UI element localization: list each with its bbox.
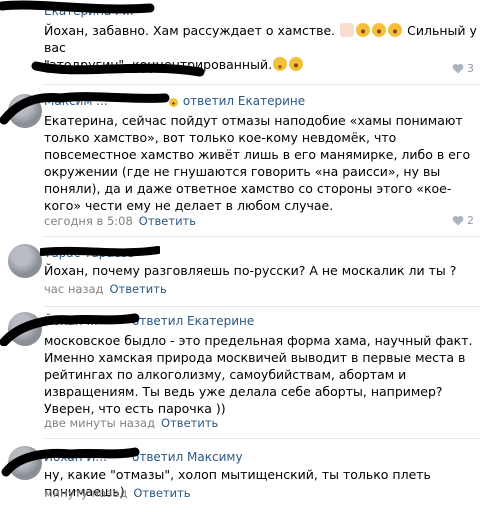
comment-text: Екатерина, сейчас пойдут отмазы наподоби… <box>44 113 471 213</box>
comment-divider <box>44 84 481 85</box>
comment-4: Йохан ... ответил Екатерине московское б… <box>0 312 493 432</box>
comment-5: Йохан И... ответил Максиму ну, какие "от… <box>0 444 493 508</box>
woman-emoji-icon <box>340 23 355 37</box>
avatar[interactable] <box>8 94 42 128</box>
wink-emoji-icon <box>273 57 288 71</box>
heart-icon <box>452 216 464 226</box>
comment-text: Йохан, почему разговляешь по-русски? А н… <box>44 263 457 278</box>
comment-divider <box>44 236 481 237</box>
reply-button[interactable]: Ответить <box>124 62 181 76</box>
comment-meta: час назад Ответить <box>44 282 167 296</box>
comment-divider <box>44 438 481 439</box>
like-count: 3 <box>467 62 474 75</box>
like-count: 2 <box>467 214 474 227</box>
comment-time: минуту назад <box>44 486 128 500</box>
comment-author[interactable]: Йохан И... <box>44 450 107 464</box>
emoji-icon <box>169 98 178 107</box>
comment-author[interactable]: Тарас Тарасов <box>44 246 135 260</box>
like-button[interactable]: 2 <box>452 214 474 227</box>
reply-to-label[interactable]: ответил Екатерине <box>132 314 254 328</box>
reply-button[interactable]: Ответить <box>133 486 190 500</box>
comment-2: Максим ... ответил Екатерине Екатерина, … <box>0 90 493 230</box>
laughing-emoji-icon <box>372 23 387 37</box>
comment-time: две минуты назад <box>44 416 156 430</box>
comment-time: час назад <box>44 282 104 296</box>
comment-text: московское быдло - это предельная форма … <box>44 333 473 416</box>
comment-meta: две минуты назад Ответить <box>44 416 218 430</box>
reply-to-label[interactable]: ответил Екатерине <box>168 94 305 108</box>
comment-author[interactable]: Максим ... <box>44 94 108 108</box>
comment-author[interactable]: Екатерина Р... <box>44 4 134 18</box>
reply-button[interactable]: Ответить <box>110 282 167 296</box>
comment-author[interactable]: Йохан ... <box>44 314 98 328</box>
comment-1: Екатерина Р... Йохан, забавно. Хам рассу… <box>0 0 493 80</box>
reply-to-label[interactable]: ответил Максиму <box>132 450 243 464</box>
like-button[interactable]: 3 <box>452 62 474 75</box>
comment-meta: сегодня в ... Ответить <box>44 62 181 76</box>
avatar[interactable] <box>8 446 42 480</box>
comment-meta: минуту назад Ответить <box>44 486 191 500</box>
laughing-emoji-icon <box>388 23 403 37</box>
reply-button[interactable]: Ответить <box>161 416 218 430</box>
laughing-emoji-icon <box>356 23 371 37</box>
laughing-emoji-icon <box>289 57 304 71</box>
comment-text-line1: Йохан, забавно. Хам рассуждает о хамстве… <box>44 23 336 38</box>
comment-time: сегодня в ... <box>44 62 118 76</box>
comment-time: сегодня в 5:08 <box>44 214 133 228</box>
reply-button[interactable]: Ответить <box>139 214 196 228</box>
heart-icon <box>452 64 464 74</box>
avatar[interactable] <box>8 244 42 278</box>
comment-divider <box>44 306 481 307</box>
comment-meta: сегодня в 5:08 Ответить <box>44 214 196 228</box>
avatar[interactable] <box>8 312 42 346</box>
comment-3: Тарас Тарасов Йохан, почему разговляешь … <box>0 242 493 302</box>
